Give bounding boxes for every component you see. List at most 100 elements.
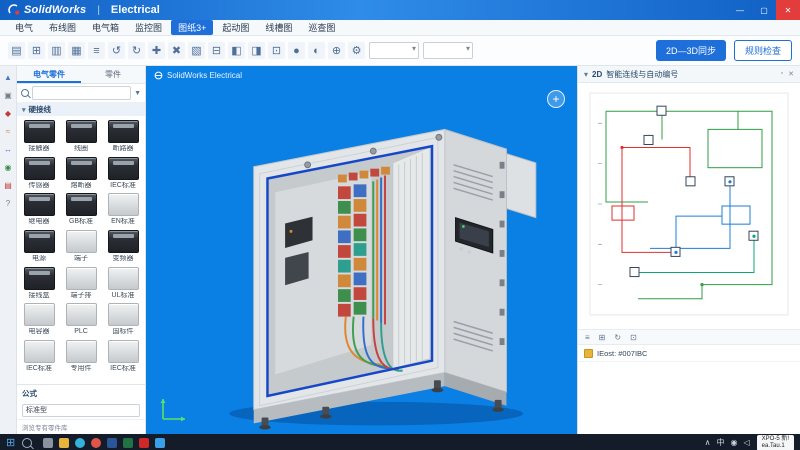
tray-expand-icon[interactable]: ∧ xyxy=(705,439,711,447)
schematic-icon[interactable]: ▥ xyxy=(48,42,65,59)
part-item[interactable]: EN标准 xyxy=(102,191,144,227)
menu-item[interactable]: 起动图 xyxy=(215,20,256,35)
part-item[interactable]: IEC标准 xyxy=(102,338,144,374)
part-item[interactable]: 接线盒 xyxy=(18,265,60,301)
3d-viewport[interactable]: SolidWorks Electrical + xyxy=(146,66,577,434)
schematic-drawing[interactable] xyxy=(578,83,800,330)
right-pane-icon[interactable]: ◨ xyxy=(248,42,265,59)
contrast-icon[interactable]: ◐ xyxy=(308,42,325,59)
camera-icon[interactable]: ◉ xyxy=(5,164,12,172)
part-item[interactable]: 端子 xyxy=(60,228,102,264)
filter-icon[interactable]: ▼ xyxy=(134,90,141,97)
scale-combo[interactable] xyxy=(369,42,419,59)
layer-combo[interactable] xyxy=(423,42,473,59)
close-button[interactable]: ✕ xyxy=(776,0,800,20)
part-item[interactable]: 变频器 xyxy=(102,228,144,264)
menu-item[interactable]: 线槽图 xyxy=(258,20,299,35)
left-pane-icon[interactable]: ◧ xyxy=(228,42,245,59)
notification-popup[interactable]: XPO-5 新! ea.Tau.1 xyxy=(757,435,794,450)
help-icon[interactable]: ? xyxy=(6,200,10,208)
library-section-header[interactable]: 硬接线 xyxy=(17,103,145,116)
part-item[interactable]: 继电器 xyxy=(18,191,60,227)
menu-item[interactable]: 图纸3+ xyxy=(171,20,213,35)
part-item[interactable]: 专用件 xyxy=(60,338,102,374)
add-component-icon[interactable]: ✚ xyxy=(148,42,165,59)
part-item[interactable]: 熔断器 xyxy=(60,155,102,191)
zoom-in-icon[interactable]: ⊕ xyxy=(328,42,345,59)
rule-check-button[interactable]: 规则检查 xyxy=(734,40,792,61)
alert-icon[interactable]: ◆ xyxy=(5,110,11,118)
undo-icon[interactable]: ↺ xyxy=(108,42,125,59)
component-tree-icon[interactable]: ≡ xyxy=(88,42,105,59)
wires-icon[interactable]: ≈ xyxy=(6,128,10,136)
refresh-icon[interactable]: ↻ xyxy=(614,333,621,342)
collapse-icon[interactable]: ▾ xyxy=(584,70,588,79)
grid-view-icon[interactable]: ⊞ xyxy=(599,333,606,342)
menu-item[interactable]: 电气 xyxy=(8,20,40,35)
part-item[interactable]: 端子排 xyxy=(60,265,102,301)
schematic-footer: IEost: #007IBC xyxy=(578,345,800,362)
part-item[interactable]: IEC标准 xyxy=(18,338,60,374)
start-button[interactable]: ⊞ xyxy=(6,438,15,449)
wire-style-icon[interactable]: ● xyxy=(288,42,305,59)
settings-icon[interactable] xyxy=(155,438,165,448)
wire-route-icon[interactable]: ▧ xyxy=(188,42,205,59)
chrome-browser-icon[interactable] xyxy=(91,438,101,448)
part-thumbnail xyxy=(66,120,97,143)
network-icon[interactable]: ◉ xyxy=(731,439,738,447)
electrical-cabinet-model[interactable] xyxy=(146,66,577,434)
part-item[interactable]: 国标件 xyxy=(102,301,144,337)
app-name: SolidWorks xyxy=(24,4,86,16)
origin-icon[interactable]: ⊡ xyxy=(268,42,285,59)
part-item[interactable]: 传感器 xyxy=(18,155,60,191)
components-icon[interactable]: ▣ xyxy=(4,92,12,100)
taskbar-search-icon[interactable] xyxy=(22,438,32,448)
part-item[interactable]: UL标准 xyxy=(102,265,144,301)
part-item[interactable]: PLC xyxy=(60,301,102,337)
part-thumbnail xyxy=(24,193,55,216)
part-item[interactable]: 电源 xyxy=(18,228,60,264)
part-label: 线圈 xyxy=(60,145,102,153)
part-item[interactable]: 电容器 xyxy=(18,301,60,337)
part-item[interactable]: IEC标准 xyxy=(102,155,144,191)
volume-icon[interactable]: ◁ xyxy=(744,439,750,447)
sync-2d-3d-button[interactable]: 2D—3D同步 xyxy=(656,40,726,61)
menu-item[interactable]: 监控图 xyxy=(128,20,169,35)
layers-icon[interactable]: ▤ xyxy=(4,182,12,190)
parts-search-input[interactable] xyxy=(32,86,131,100)
minimize-button[interactable]: — xyxy=(728,0,752,20)
edge-browser-icon[interactable] xyxy=(75,438,85,448)
new-drawing-icon[interactable]: ⊞ xyxy=(28,42,45,59)
close-icon[interactable]: ✕ xyxy=(788,70,794,78)
delete-icon[interactable]: ✖ xyxy=(168,42,185,59)
part-item[interactable]: GB标准 xyxy=(60,191,102,227)
menu-item[interactable]: 电气箱 xyxy=(85,20,126,35)
maximize-button[interactable]: ▢ xyxy=(752,0,776,20)
cabinet-layout-icon[interactable]: ▦ xyxy=(68,42,85,59)
add-annotation-button[interactable]: + xyxy=(547,90,565,108)
settings-icon[interactable]: ⚙ xyxy=(348,42,365,59)
project-manager-icon[interactable]: ▤ xyxy=(8,42,25,59)
select-tool-icon[interactable]: ▲ xyxy=(4,74,12,82)
word-icon[interactable] xyxy=(107,438,117,448)
library-tab[interactable]: 零件 xyxy=(81,66,145,83)
part-item[interactable]: 线圈 xyxy=(60,118,102,154)
pin-icon[interactable]: ▫ xyxy=(781,70,783,78)
menu-item[interactable]: 布线图 xyxy=(42,20,83,35)
solidworks-icon[interactable] xyxy=(139,438,149,448)
ime-indicator[interactable]: 中 xyxy=(717,439,725,447)
part-item[interactable]: 断路器 xyxy=(102,118,144,154)
task-view-icon[interactable] xyxy=(43,438,53,448)
measure-icon[interactable]: ↔ xyxy=(4,146,12,154)
terminal-strip-icon[interactable]: ⊟ xyxy=(208,42,225,59)
part-item[interactable]: 接触器 xyxy=(18,118,60,154)
redo-icon[interactable]: ↻ xyxy=(128,42,145,59)
formula-input[interactable] xyxy=(22,404,140,417)
zoom-fit-icon[interactable]: ⊡ xyxy=(630,333,637,342)
menu-item[interactable]: 巡查图 xyxy=(301,20,342,35)
excel-icon[interactable] xyxy=(123,438,133,448)
file-explorer-icon[interactable] xyxy=(59,438,69,448)
list-view-icon[interactable]: ≡ xyxy=(585,333,590,342)
library-tab[interactable]: 电气零件 xyxy=(17,66,81,83)
part-label: 专用件 xyxy=(60,365,102,373)
